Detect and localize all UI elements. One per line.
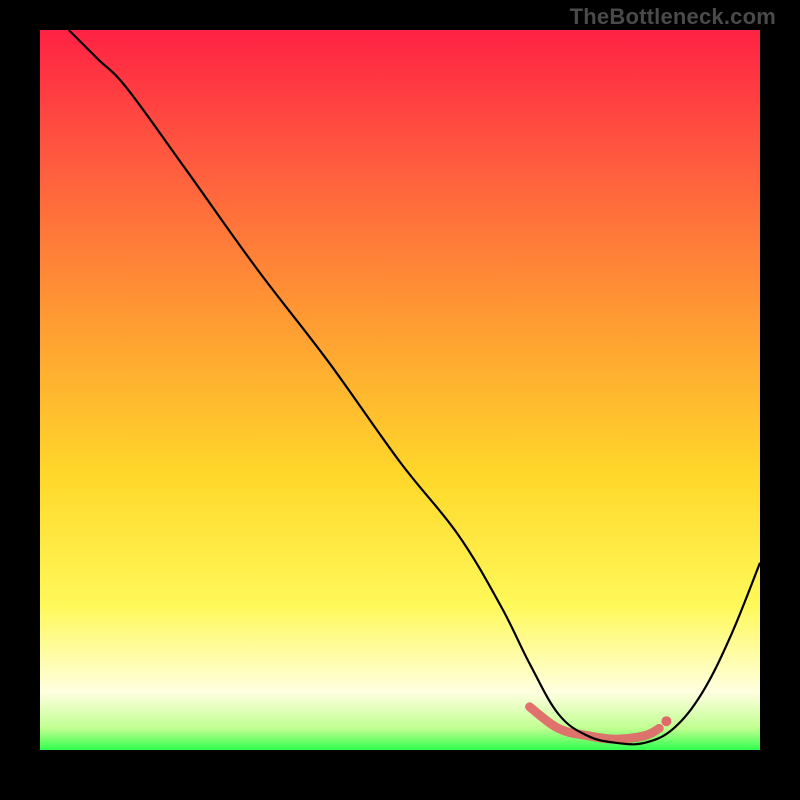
- plot-area: [40, 30, 760, 750]
- watermark-text: TheBottleneck.com: [570, 4, 776, 30]
- gradient-background: [40, 30, 760, 750]
- chart-frame: TheBottleneck.com: [0, 0, 800, 800]
- chart-svg: [40, 30, 760, 750]
- valley-dot: [661, 716, 671, 726]
